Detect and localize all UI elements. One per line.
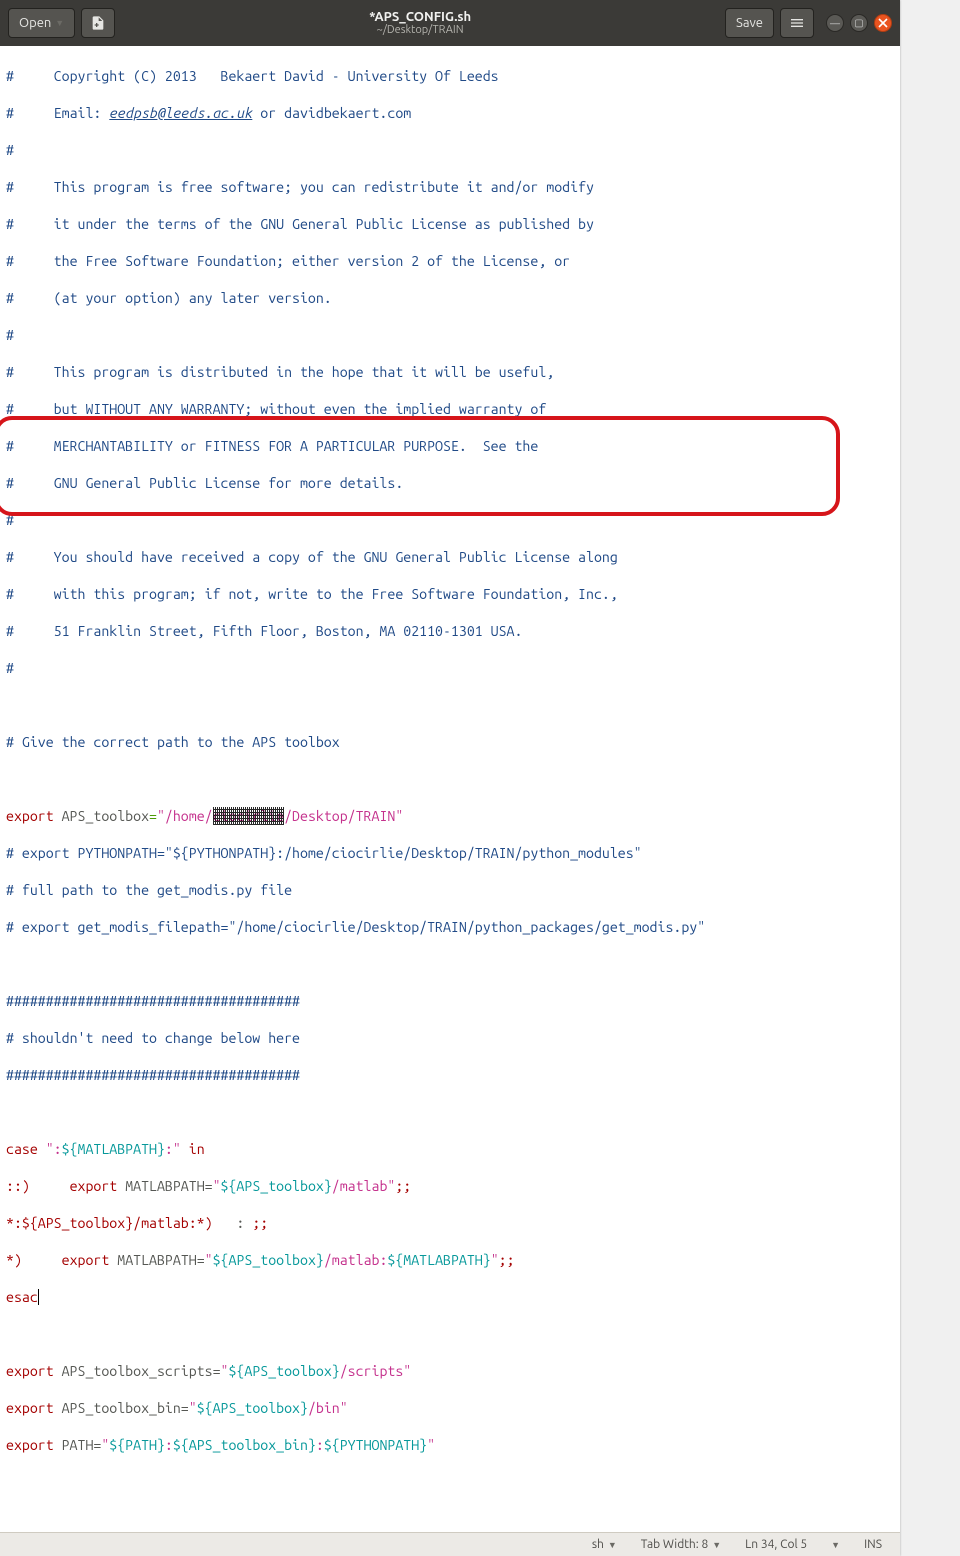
status-insert-mode[interactable]: INS <box>854 1538 892 1551</box>
code-line: # <box>6 141 894 160</box>
code-line: ::) export MATLABPATH="${APS_toolbox}/ma… <box>6 1177 894 1196</box>
code-line: # GNU General Public License for more de… <box>6 474 894 493</box>
minimize-button[interactable]: — <box>826 14 844 32</box>
chevron-down-icon: ▼ <box>55 18 64 28</box>
code-line: # <box>6 326 894 345</box>
chevron-down-icon: ▼ <box>831 1540 840 1550</box>
save-label: Save <box>736 16 763 30</box>
code-line: # (at your option) any later version. <box>6 289 894 308</box>
save-button[interactable]: Save <box>725 8 774 38</box>
title-center: *APS_CONFIG.sh ~/Desktop/TRAIN <box>121 10 719 36</box>
code-line: # 51 Franklin Street, Fifth Floor, Bosto… <box>6 622 894 641</box>
code-line: # Give the correct path to the APS toolb… <box>6 733 894 752</box>
status-language-label: sh <box>592 1538 604 1551</box>
hamburger-icon <box>789 15 805 31</box>
status-tabwidth-label: Tab Width: 8 <box>641 1538 708 1551</box>
code-line <box>6 955 894 974</box>
status-pos-label: Ln 34, Col 5 <box>745 1538 807 1551</box>
code-line: # You should have received a copy of the… <box>6 548 894 567</box>
code-line: case ":${MATLABPATH}:" in <box>6 1140 894 1159</box>
status-cursor-pos[interactable]: Ln 34, Col 5 <box>735 1538 817 1551</box>
code-line: # MERCHANTABILITY or FITNESS FOR A PARTI… <box>6 437 894 456</box>
red-annotation-box <box>0 416 840 516</box>
code-line: # but WITHOUT ANY WARRANTY; without even… <box>6 400 894 419</box>
code-line <box>6 1103 894 1122</box>
status-ins-label: INS <box>864 1538 882 1551</box>
close-button[interactable] <box>874 14 892 32</box>
status-line-ending[interactable]: ▼ <box>821 1540 850 1550</box>
new-tab-button[interactable] <box>81 8 115 38</box>
code-editor[interactable]: # Copyright (C) 2013 Bekaert David - Uni… <box>0 46 900 1532</box>
redacted-username: ciocirlie <box>213 807 285 826</box>
code-line: # export get_modis_filepath="/home/cioci… <box>6 918 894 937</box>
open-button[interactable]: Open ▼ <box>8 8 75 38</box>
status-tabwidth[interactable]: Tab Width: 8 ▼ <box>631 1538 731 1551</box>
code-line: # Copyright (C) 2013 Bekaert David - Uni… <box>6 67 894 86</box>
code-line: # the Free Software Foundation; either v… <box>6 252 894 271</box>
status-language[interactable]: sh ▼ <box>582 1538 627 1551</box>
file-path: ~/Desktop/TRAIN <box>121 24 719 36</box>
window-controls: — ▢ <box>826 14 892 32</box>
email-link[interactable]: eedpsb@leeds.ac.uk <box>109 105 252 121</box>
editor-window: Open ▼ *APS_CONFIG.sh ~/Desktop/TRAIN Sa… <box>0 0 900 1556</box>
code-line: # <box>6 511 894 530</box>
code-line: # This program is free software; you can… <box>6 178 894 197</box>
hamburger-menu-button[interactable] <box>780 8 814 38</box>
text-cursor <box>38 1289 39 1305</box>
code-line: # Email: eedpsb@leeds.ac.uk or davidbeka… <box>6 104 894 123</box>
titlebar: Open ▼ *APS_CONFIG.sh ~/Desktop/TRAIN Sa… <box>0 0 900 46</box>
code-line: # it under the terms of the GNU General … <box>6 215 894 234</box>
new-document-icon <box>90 15 106 31</box>
chevron-down-icon: ▼ <box>608 1540 617 1550</box>
code-line: # This program is distributed in the hop… <box>6 363 894 382</box>
code-line: # <box>6 659 894 678</box>
statusbar: sh ▼ Tab Width: 8 ▼ Ln 34, Col 5 ▼ INS <box>0 1532 900 1556</box>
code-line: # shouldn't need to change below here <box>6 1029 894 1048</box>
code-line: esac <box>6 1288 894 1307</box>
close-icon <box>878 18 888 28</box>
code-line <box>6 770 894 789</box>
code-line: # with this program; if not, write to th… <box>6 585 894 604</box>
code-line: *:${APS_toolbox}/matlab:*) : ;; <box>6 1214 894 1233</box>
code-line: ##################################### <box>6 992 894 1011</box>
open-label: Open <box>19 16 51 30</box>
code-line: export APS_toolbox_scripts="${APS_toolbo… <box>6 1362 894 1381</box>
code-line: # full path to the get_modis.py file <box>6 881 894 900</box>
code-line: export APS_toolbox="/home/ciocirlie/Desk… <box>6 807 894 826</box>
code-line <box>6 696 894 715</box>
code-line: export APS_toolbox_bin="${APS_toolbox}/b… <box>6 1399 894 1418</box>
code-line: export PATH="${PATH}:${APS_toolbox_bin}:… <box>6 1436 894 1455</box>
code-line: ##################################### <box>6 1066 894 1085</box>
code-line: # export PYTHONPATH="${PYTHONPATH}:/home… <box>6 844 894 863</box>
chevron-down-icon: ▼ <box>712 1540 721 1550</box>
file-name: *APS_CONFIG.sh <box>121 10 719 24</box>
code-line: *) export MATLABPATH="${APS_toolbox}/mat… <box>6 1251 894 1270</box>
maximize-button[interactable]: ▢ <box>850 14 868 32</box>
code-line <box>6 1325 894 1344</box>
